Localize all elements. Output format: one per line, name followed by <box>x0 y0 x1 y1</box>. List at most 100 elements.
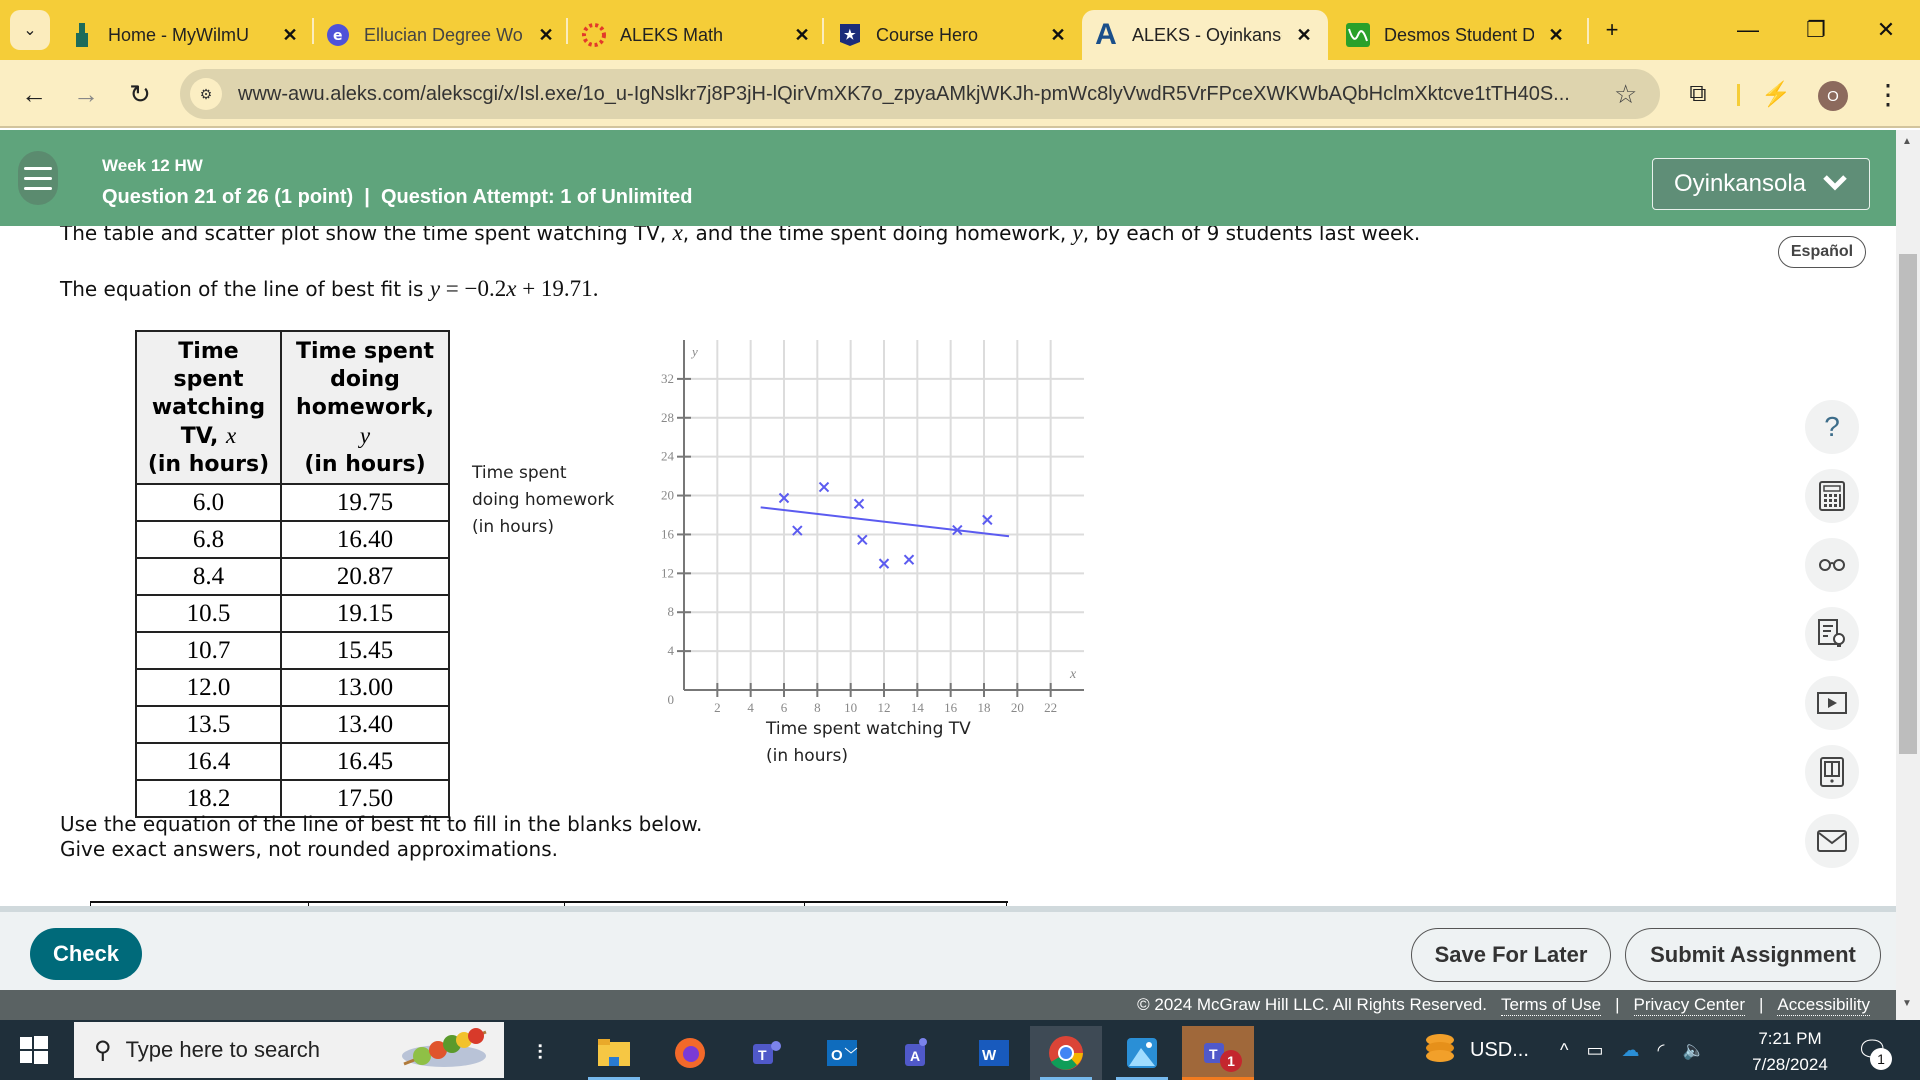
save-for-later-button[interactable]: Save For Later <box>1411 928 1611 982</box>
hamburger-menu-icon[interactable] <box>18 151 58 205</box>
svg-text:A: A <box>910 1048 920 1064</box>
windows-start-icon[interactable] <box>18 1034 50 1066</box>
extensions-puzzle-icon[interactable]: ⧉ <box>1678 74 1718 114</box>
chrome-icon[interactable] <box>1030 1026 1102 1080</box>
task-view-icon[interactable]: ⫶ <box>504 1026 576 1080</box>
battery-icon[interactable]: ▭ <box>1586 1040 1603 1061</box>
table-row: 10.5 19.15 <box>135 594 450 633</box>
tab-aleks-math[interactable]: ALEKS Math ✕ <box>582 10 814 60</box>
browser-toolbar: ← → ↻ ⚙ www-awu.aleks.com/alekscgi/x/Isl… <box>0 60 1920 128</box>
ellucian-icon: e <box>326 23 350 47</box>
tab-ellucian[interactable]: e Ellucian Degree Works ✕ <box>326 10 558 60</box>
wifi-icon[interactable]: ◜ <box>1657 1040 1664 1061</box>
taskbar-clock[interactable]: 7:21 PM 7/28/2024 <box>1740 1026 1840 1078</box>
y-tick-label: 4 <box>668 643 675 658</box>
close-tab-icon[interactable]: ✕ <box>790 25 814 46</box>
reload-button[interactable]: ↻ <box>120 74 160 114</box>
accessibility-link[interactable]: Accessibility <box>1777 995 1870 1016</box>
search-icon: ⚲ <box>94 1036 112 1064</box>
address-bar[interactable]: ⚙ www-awu.aleks.com/alekscgi/x/Isl.exe/1… <box>180 69 1660 119</box>
restore-button[interactable]: ❐ <box>1786 10 1846 50</box>
tower-icon <box>70 23 94 47</box>
tab-desmos[interactable]: Desmos Student Dashboard ✕ <box>1346 10 1568 60</box>
footer-separator: | <box>1758 995 1764 1014</box>
video-button[interactable] <box>1805 676 1859 730</box>
notification-center-icon[interactable]: 🗨 1 <box>1856 1020 1892 1080</box>
tab-search-button[interactable]: ⌄ <box>10 10 50 50</box>
cell-tv-hours: 8.4 <box>135 557 282 596</box>
ebook-button[interactable] <box>1805 745 1859 799</box>
help-button[interactable]: ? <box>1805 400 1859 454</box>
windows-taskbar: ⚲ Type here to search ⫶ T O A W T 1 USD.… <box>0 1020 1920 1080</box>
question-content: The table and scatter plot show the time… <box>0 226 1896 906</box>
system-tray: ^ ▭ ☁ ◜ 🔈 <box>1560 1020 1705 1080</box>
onedrive-icon[interactable]: ☁ <box>1621 1040 1639 1061</box>
scatter-plot: 2 4 6 8 10 12 14 16 18 20 22481216202428320yx <box>661 340 1084 715</box>
user-menu-button[interactable]: Oyinkansola <box>1652 158 1870 210</box>
assignment-title: Week 12 HW <box>102 156 203 175</box>
back-button[interactable]: ← <box>14 74 54 114</box>
table-header-y: Time spent doing homework, y (in hours) <box>280 330 450 485</box>
cell-tv-hours: 10.7 <box>135 631 282 670</box>
worksheet-button[interactable] <box>1805 607 1859 661</box>
aleks-icon: A <box>1095 18 1117 51</box>
close-tab-icon[interactable]: ✕ <box>278 25 302 46</box>
calculator-button[interactable] <box>1805 469 1859 523</box>
teams-notification-icon[interactable]: T 1 <box>1182 1026 1254 1080</box>
site-info-icon[interactable]: ⚙ <box>190 78 222 110</box>
leaf-energy-icon[interactable]: ⚡ <box>1756 74 1796 114</box>
question-intro: The table and scatter plot show the time… <box>60 226 1421 245</box>
chevron-down-icon <box>1822 170 1848 198</box>
photos-icon[interactable] <box>1106 1026 1178 1080</box>
teams-badge: 1 <box>1220 1050 1242 1072</box>
check-button[interactable]: Check <box>30 928 142 980</box>
new-tab-button[interactable]: + <box>1582 10 1642 50</box>
search-highlight-kebab-icon <box>394 1024 494 1076</box>
page-scrollbar[interactable]: ▲ ▼ <box>1896 130 1920 1020</box>
dictionary-button[interactable] <box>1805 538 1859 592</box>
terms-of-use-link[interactable]: Terms of Use <box>1500 995 1602 1016</box>
x-tick-label: 12 <box>878 700 891 715</box>
notification-badge: 1 <box>1870 1048 1892 1070</box>
x-axis-var-label: x <box>1069 667 1077 682</box>
scroll-up-arrow-icon[interactable]: ▲ <box>1902 136 1912 147</box>
y-tick-label: 24 <box>661 449 675 464</box>
browser-menu-icon[interactable]: ⋮ <box>1868 74 1908 114</box>
tab-divider <box>566 18 568 44</box>
volume-icon[interactable]: 🔈 <box>1682 1040 1704 1061</box>
close-tab-icon[interactable]: ✕ <box>1544 25 1568 46</box>
submit-assignment-button[interactable]: Submit Assignment <box>1625 928 1881 982</box>
taskbar-search-box[interactable]: ⚲ Type here to search <box>74 1022 504 1078</box>
y-tick-label: 28 <box>661 410 674 425</box>
close-tab-icon[interactable]: ✕ <box>1046 25 1070 46</box>
bookmark-star-icon[interactable]: ☆ <box>1614 79 1637 110</box>
profile-avatar[interactable]: O <box>1818 81 1848 111</box>
teams-icon[interactable]: T <box>730 1026 802 1080</box>
tab-course-hero[interactable]: ★ Course Hero ✕ <box>838 10 1070 60</box>
close-tab-icon[interactable]: ✕ <box>534 25 558 46</box>
scrollbar-thumb[interactable] <box>1899 254 1917 754</box>
help-icon: ? <box>1824 411 1840 442</box>
file-explorer-icon[interactable] <box>578 1026 650 1080</box>
tab-mywilmu[interactable]: Home - MyWilmU ✕ <box>70 10 302 60</box>
tab-aleks-active[interactable]: A ALEKS - Oyinkansola ✕ <box>1082 10 1328 60</box>
x-tick-label: 2 <box>714 700 721 715</box>
y-tick-label: 32 <box>661 371 674 386</box>
firefox-icon[interactable] <box>654 1026 726 1080</box>
privacy-center-link[interactable]: Privacy Center <box>1633 995 1745 1016</box>
word-icon[interactable]: W <box>958 1026 1030 1080</box>
cell-homework-hours: 16.40 <box>280 520 450 559</box>
forward-button[interactable]: → <box>66 74 106 114</box>
close-tab-icon[interactable]: ✕ <box>1292 25 1316 46</box>
espanol-button[interactable]: Español <box>1778 236 1866 268</box>
close-window-button[interactable]: ✕ <box>1856 10 1916 50</box>
url-text[interactable]: www-awu.aleks.com/alekscgi/x/Isl.exe/1o_… <box>238 83 1608 106</box>
currency-widget[interactable]: USD... <box>1422 1020 1529 1080</box>
minimize-button[interactable]: — <box>1718 10 1778 50</box>
outlook-icon[interactable]: O <box>806 1026 878 1080</box>
tab-divider <box>822 18 824 44</box>
assignments-icon[interactable]: A <box>882 1026 954 1080</box>
show-hidden-icons-caret-icon[interactable]: ^ <box>1560 1040 1568 1061</box>
scroll-down-arrow-icon[interactable]: ▼ <box>1902 998 1912 1009</box>
message-button[interactable] <box>1805 814 1859 868</box>
